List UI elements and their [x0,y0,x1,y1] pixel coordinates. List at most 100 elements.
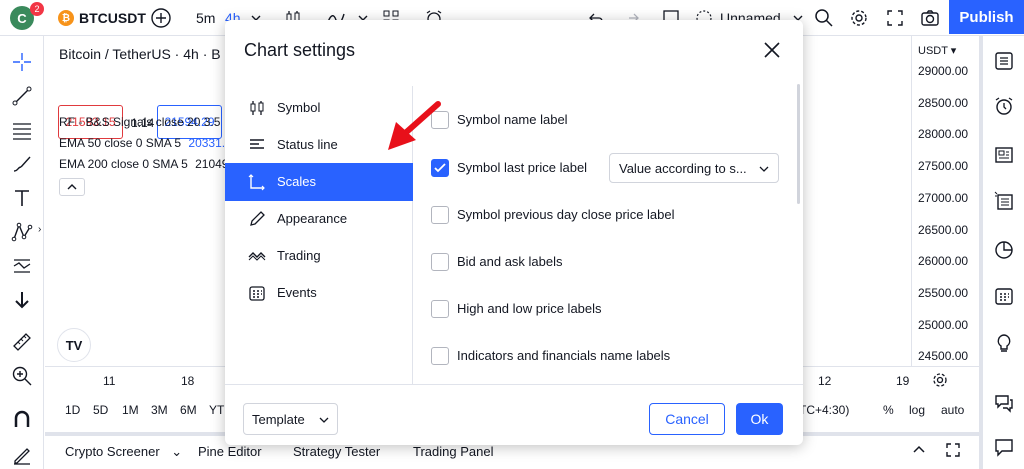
calendar-icon [249,286,265,301]
hotlists-button[interactable] [989,234,1019,264]
data-window-button[interactable] [989,186,1019,216]
range-ytd-button[interactable]: YT [209,403,224,417]
tab-strategy-tester[interactable]: Strategy Tester [293,444,380,459]
nav-trading[interactable]: Trading [225,237,413,275]
checkbox-checked[interactable] [431,159,449,177]
annotation-arrow-icon [388,101,441,150]
nav-label: Status line [277,137,338,152]
range-3m-button[interactable]: 3M [151,403,168,417]
checkbox[interactable] [431,300,449,318]
collapse-legend-button[interactable] [59,178,85,196]
maximize-panel-button[interactable] [945,442,961,458]
range-5d-button[interactable]: 5D [93,403,108,417]
nav-appearance[interactable]: Appearance [225,200,413,238]
last-price-label-select[interactable]: Value according to s... [609,153,779,183]
pattern-tool[interactable] [8,218,36,246]
nav-label: Symbol [277,100,321,115]
right-widget-bar [979,36,1024,469]
fib-tool[interactable] [8,116,36,144]
chevron-down-icon [759,166,769,172]
compare-button[interactable] [150,0,172,36]
ideas-button[interactable] [989,328,1019,358]
option-label: Indicators and financials name labels [457,348,671,363]
zoom-in-icon [12,366,32,386]
range-1d-button[interactable]: 1D [65,403,80,417]
indicator-3-label[interactable]: EMA 200 close 0 SMA 5 21049. [59,157,232,171]
news-button[interactable] [989,140,1019,170]
timezone-button[interactable]: TC+4:30) [799,403,849,417]
tradingview-logo[interactable]: TV [57,328,91,362]
price-label: 28500.00 [918,95,969,110]
interval-button[interactable]: 5m [196,0,215,36]
scrollbar[interactable] [797,84,800,204]
ok-button[interactable]: Ok [736,403,783,435]
fullscreen-icon [946,443,960,457]
price-label: 25000.00 [918,317,969,332]
settings-button[interactable] [849,0,869,36]
plus-circle-icon [151,8,171,28]
search-button[interactable] [814,0,834,36]
symbol-search-button[interactable]: ₿ BTCUSDT [58,0,146,36]
watchlist-button[interactable] [989,46,1019,76]
publish-button[interactable]: Publish [949,0,1024,34]
gear-icon [851,10,867,26]
nav-scales[interactable]: Scales [225,163,413,201]
range-1m-button[interactable]: 1M [122,403,139,417]
chats-button[interactable] [989,388,1019,418]
indicator-2-label[interactable]: EMA 50 close 0 SMA 5 20331.5 [59,136,232,150]
magnet-tool[interactable] [8,406,36,434]
zoom-tool[interactable] [8,362,36,390]
time-label: 18 [181,374,195,388]
ok-label: Ok [750,411,769,427]
arrow-down-tool[interactable] [8,286,36,314]
crosshair-tool[interactable] [8,48,36,76]
price-label: 25500.00 [918,285,969,300]
alerts-button[interactable] [989,91,1019,121]
collapse-panel-button[interactable] [911,442,927,458]
snapshot-button[interactable] [920,0,940,36]
chevron-down-icon: ⌄ [171,444,183,459]
left-drawing-toolbar: › [0,36,44,469]
brush-tool[interactable] [8,150,36,178]
tab-pine-editor[interactable]: Pine Editor [198,444,262,459]
currency-text: USDT [918,45,948,57]
price-label: 26500.00 [918,222,969,237]
expand-arrow-icon[interactable]: › [38,224,41,235]
list-icon [995,52,1013,70]
calendar-button[interactable] [989,281,1019,311]
nav-events[interactable]: Events [225,274,413,312]
price-label: 28000.00 [918,127,969,142]
fullscreen-button[interactable] [886,0,904,36]
auto-scale-button[interactable]: auto [941,403,964,417]
checkbox[interactable] [431,347,449,365]
price-axis[interactable]: USDT ▾ 29000.00 28500.00 28000.00 27500.00 2… [911,36,979,366]
trend-line-tool[interactable] [8,82,36,110]
checkbox[interactable] [431,253,449,271]
forecast-tool[interactable] [8,252,36,280]
camera-icon [921,10,939,26]
range-6m-button[interactable]: 6M [180,403,197,417]
cancel-button[interactable]: Cancel [649,403,725,435]
news-icon [995,147,1013,163]
close-button[interactable] [763,41,781,59]
ruler-tool[interactable] [8,328,36,356]
messages-button[interactable] [989,432,1019,462]
tab-crypto-screener[interactable]: Crypto Screener ⌄ [65,444,182,460]
checkmark-icon [434,163,446,173]
indicator-1-label[interactable]: RF - B&S Signals close 20 3.5 [59,115,220,129]
currency-label[interactable]: USDT ▾ [918,44,956,57]
indicator-3-name: EMA 200 close 0 SMA 5 [59,157,188,171]
checkbox[interactable] [431,206,449,224]
nav-label: Appearance [277,211,348,226]
trading-icon [248,252,266,261]
dialog-footer: Template Cancel Ok [225,384,803,445]
tab-trading-panel[interactable]: Trading Panel [413,444,493,459]
lock-drawings-tool[interactable] [8,440,36,468]
text-tool[interactable] [8,184,36,212]
log-scale-button[interactable]: log [909,403,925,417]
tab-label: Crypto Screener [65,444,160,459]
scale-settings-button[interactable] [931,371,949,389]
template-dropdown[interactable]: Template [243,403,338,435]
time-label: 12 [818,374,832,388]
percent-scale-button[interactable]: % [883,403,894,417]
